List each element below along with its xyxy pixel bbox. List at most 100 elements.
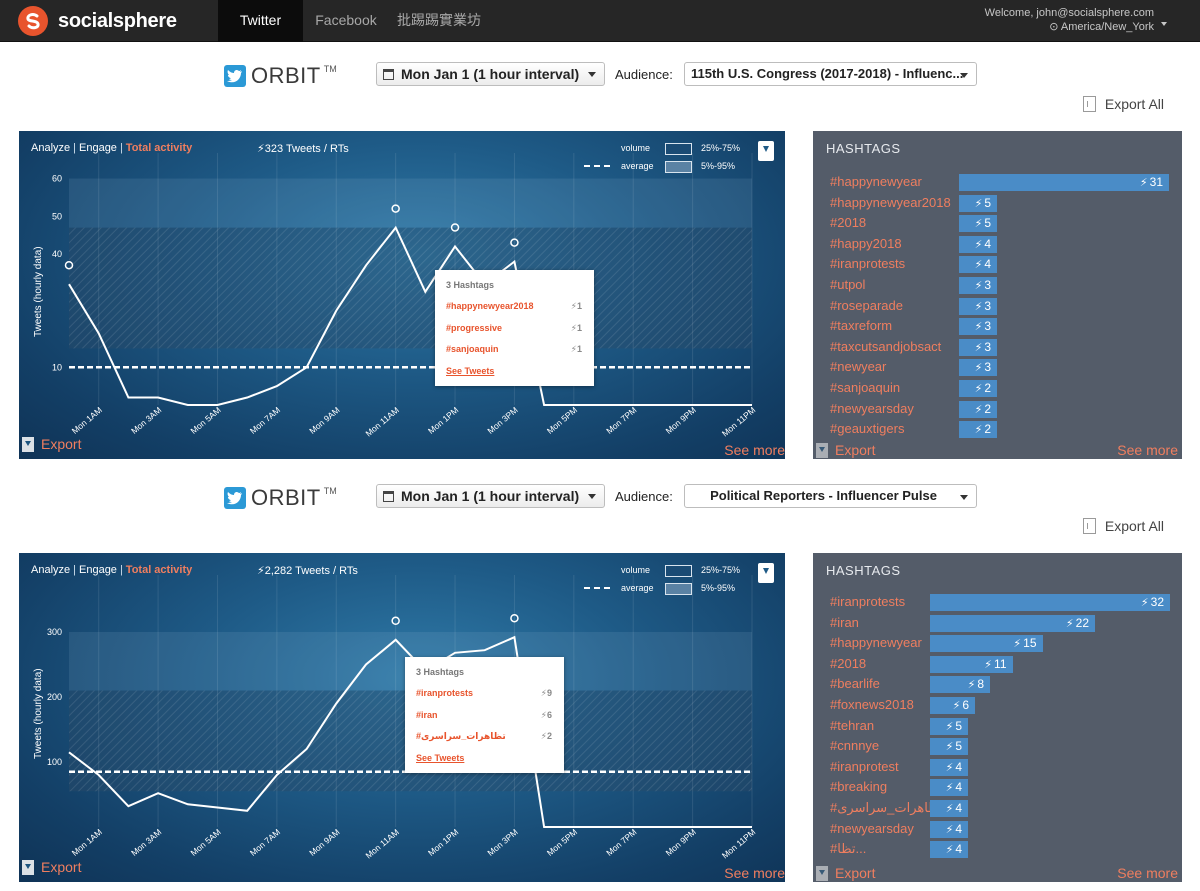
hashtag-label[interactable]: #2018 (830, 215, 866, 230)
tooltip-row[interactable]: #تظاهرات_سراسری ⚡2 (416, 731, 552, 745)
hashtag-label[interactable]: #geauxtigers (830, 421, 904, 436)
date-interval-select[interactable]: Mon Jan 1 (1 hour interval) (376, 62, 605, 86)
audience-select[interactable]: 115th U.S. Congress (2017-2018) - Influe… (684, 62, 977, 86)
user-menu[interactable]: Welcome, john@socialsphere.com ⊙ America… (985, 6, 1154, 34)
hashtag-row[interactable]: #breaking ⚡ 4 (813, 778, 1182, 797)
hashtag-label[interactable]: #iranprotest (830, 759, 899, 774)
hashtag-row[interactable]: #iran ⚡ 22 (813, 614, 1182, 633)
hashtag-row[interactable]: #taxreform ⚡ 3 (813, 317, 1182, 336)
hashtag-row[interactable]: #tehran ⚡ 5 (813, 717, 1182, 736)
hashtag-label[interactable]: #iran (830, 615, 859, 630)
brand[interactable]: socialsphere (18, 5, 177, 37)
hashtag-count-bar[interactable]: ⚡ 6 (930, 697, 975, 714)
engage-link[interactable]: Engage (79, 564, 117, 576)
tooltip-hashtag[interactable]: #happynewyear2018 (446, 301, 534, 311)
hashtag-row[interactable]: #happynewyear ⚡ 31 (813, 173, 1182, 192)
hashtag-count-bar[interactable]: ⚡ 4 (959, 235, 997, 253)
user-menu-caret-icon[interactable] (1161, 22, 1167, 26)
analyze-link[interactable]: Analyze (31, 564, 70, 576)
hashtag-count-bar[interactable]: ⚡ 3 (959, 359, 997, 377)
hashtag-label[interactable]: #newyearsday (830, 401, 914, 416)
chart-export-button[interactable]: Export (22, 436, 81, 452)
tooltip-hashtag[interactable]: #تظاهرات_سراسری (416, 731, 506, 742)
see-tweets-link[interactable]: See Tweets (416, 753, 464, 763)
hashtag-label[interactable]: #roseparade (830, 298, 903, 313)
hashtag-row[interactable]: #taxcutsandjobsact ⚡ 3 (813, 338, 1182, 357)
hashtag-label[interactable]: #cnnnye (830, 738, 879, 753)
tooltip-row[interactable]: #sanjoaquin ⚡1 (446, 344, 582, 358)
hashtag-count-bar[interactable]: ⚡ 4 (930, 779, 968, 797)
hashtag-row[interactable]: #sanjoaquin ⚡ 2 (813, 379, 1182, 398)
hashtag-count-bar[interactable]: ⚡ 3 (959, 318, 997, 336)
hashtag-count-bar[interactable]: ⚡ 2 (959, 421, 997, 439)
tooltip-row[interactable]: #progressive ⚡1 (446, 323, 582, 337)
hashtag-row[interactable]: #iranprotests ⚡ 32 (813, 593, 1182, 612)
hashtag-count-bar[interactable]: ⚡ 32 (930, 594, 1170, 611)
hashtag-row[interactable]: #2018 ⚡ 11 (813, 655, 1182, 674)
hashtag-row[interactable]: #2018 ⚡ 5 (813, 214, 1182, 233)
hashtag-label[interactable]: #taxcutsandjobsact (830, 339, 941, 354)
hashtag-count-bar[interactable]: ⚡ 3 (959, 338, 997, 356)
hashtag-label[interactable]: #bearlife (830, 676, 880, 691)
hashtag-count-bar[interactable]: ⚡ 4 (930, 820, 968, 838)
tooltip-hashtag[interactable]: #iran (416, 710, 438, 720)
tooltip-hashtag[interactable]: #iranprotests (416, 688, 473, 698)
hashtag-count-bar[interactable]: ⚡ 3 (959, 297, 997, 315)
hashtags-see-more-link[interactable]: See more (1117, 865, 1178, 881)
hashtags-export-button[interactable]: Export (816, 865, 875, 881)
hashtags-export-button[interactable]: Export (816, 442, 875, 458)
hashtag-count-bar[interactable]: ⚡ 11 (930, 655, 1013, 673)
tooltip-row[interactable]: #iranprotests ⚡9 (416, 688, 552, 702)
hashtag-count-bar[interactable]: ⚡ 2 (959, 380, 997, 397)
hashtag-row[interactable]: #happynewyear2018 ⚡ 5 (813, 194, 1182, 213)
hashtag-count-bar[interactable]: ⚡ 4 (930, 841, 968, 859)
hashtag-count-bar[interactable]: ⚡ 15 (930, 635, 1043, 653)
chart-see-more-link[interactable]: See more (724, 865, 785, 881)
analyze-link[interactable]: Analyze (31, 142, 70, 154)
hashtag-label[interactable]: #تظاهرات_سراسری (830, 800, 943, 816)
hashtag-count-bar[interactable]: ⚡ 4 (930, 800, 968, 817)
hashtag-row[interactable]: #iranprotest ⚡ 4 (813, 758, 1182, 777)
hashtag-row[interactable]: #happynewyear ⚡ 15 (813, 634, 1182, 653)
hashtag-row[interactable]: #roseparade ⚡ 3 (813, 297, 1182, 316)
hashtags-see-more-link[interactable]: See more (1117, 442, 1178, 458)
download-icon[interactable] (758, 141, 774, 161)
see-tweets-link[interactable]: See Tweets (446, 366, 494, 376)
hashtag-label[interactable]: #تظا... (830, 841, 866, 857)
tab-twitter[interactable]: Twitter (218, 0, 303, 42)
hashtag-label[interactable]: #happy2018 (830, 236, 902, 251)
tooltip-hashtag[interactable]: #sanjoaquin (446, 344, 499, 354)
engage-link[interactable]: Engage (79, 142, 117, 154)
hashtag-label[interactable]: #iranprotests (830, 256, 905, 271)
hashtag-label[interactable]: #newyearsday (830, 821, 914, 836)
tooltip-row[interactable]: #happynewyear2018 ⚡1 (446, 301, 582, 315)
download-icon[interactable] (758, 563, 774, 583)
hashtag-label[interactable]: #happynewyear (830, 174, 922, 189)
hashtag-count-bar[interactable]: ⚡ 5 (959, 194, 997, 212)
hashtag-row[interactable]: #geauxtigers ⚡ 2 (813, 420, 1182, 439)
hashtag-label[interactable]: #happynewyear (830, 635, 922, 650)
hashtag-count-bar[interactable]: ⚡ 31 (959, 174, 1169, 191)
hashtag-count-bar[interactable]: ⚡ 5 (930, 717, 968, 735)
hashtag-label[interactable]: #utpol (830, 277, 865, 292)
hashtag-row[interactable]: #foxnews2018 ⚡ 6 (813, 696, 1182, 715)
hashtag-label[interactable]: #2018 (830, 656, 866, 671)
chart-export-button[interactable]: Export (22, 859, 81, 875)
hashtag-label[interactable]: #newyear (830, 359, 886, 374)
total-activity-link[interactable]: Total activity (126, 564, 192, 576)
hashtag-label[interactable]: #foxnews2018 (830, 697, 914, 712)
hashtag-label[interactable]: #sanjoaquin (830, 380, 900, 395)
hashtag-label[interactable]: #iranprotests (830, 594, 905, 609)
tab-facebook[interactable]: Facebook (305, 0, 387, 42)
total-activity-link[interactable]: Total activity (126, 142, 192, 154)
hashtag-label[interactable]: #taxreform (830, 318, 892, 333)
hashtag-row[interactable]: #newyearsday ⚡ 4 (813, 820, 1182, 839)
hashtag-row[interactable]: #cnnnye ⚡ 5 (813, 737, 1182, 756)
hashtag-count-bar[interactable]: ⚡ 2 (959, 400, 997, 418)
hashtag-count-bar[interactable]: ⚡ 4 (959, 256, 997, 274)
hashtag-row[interactable]: #happy2018 ⚡ 4 (813, 235, 1182, 254)
export-all-button[interactable]: Export All (1082, 96, 1164, 112)
hashtag-row[interactable]: #iranprotests ⚡ 4 (813, 255, 1182, 274)
hashtag-count-bar[interactable]: ⚡ 4 (930, 758, 968, 776)
date-interval-select[interactable]: Mon Jan 1 (1 hour interval) (376, 484, 605, 508)
